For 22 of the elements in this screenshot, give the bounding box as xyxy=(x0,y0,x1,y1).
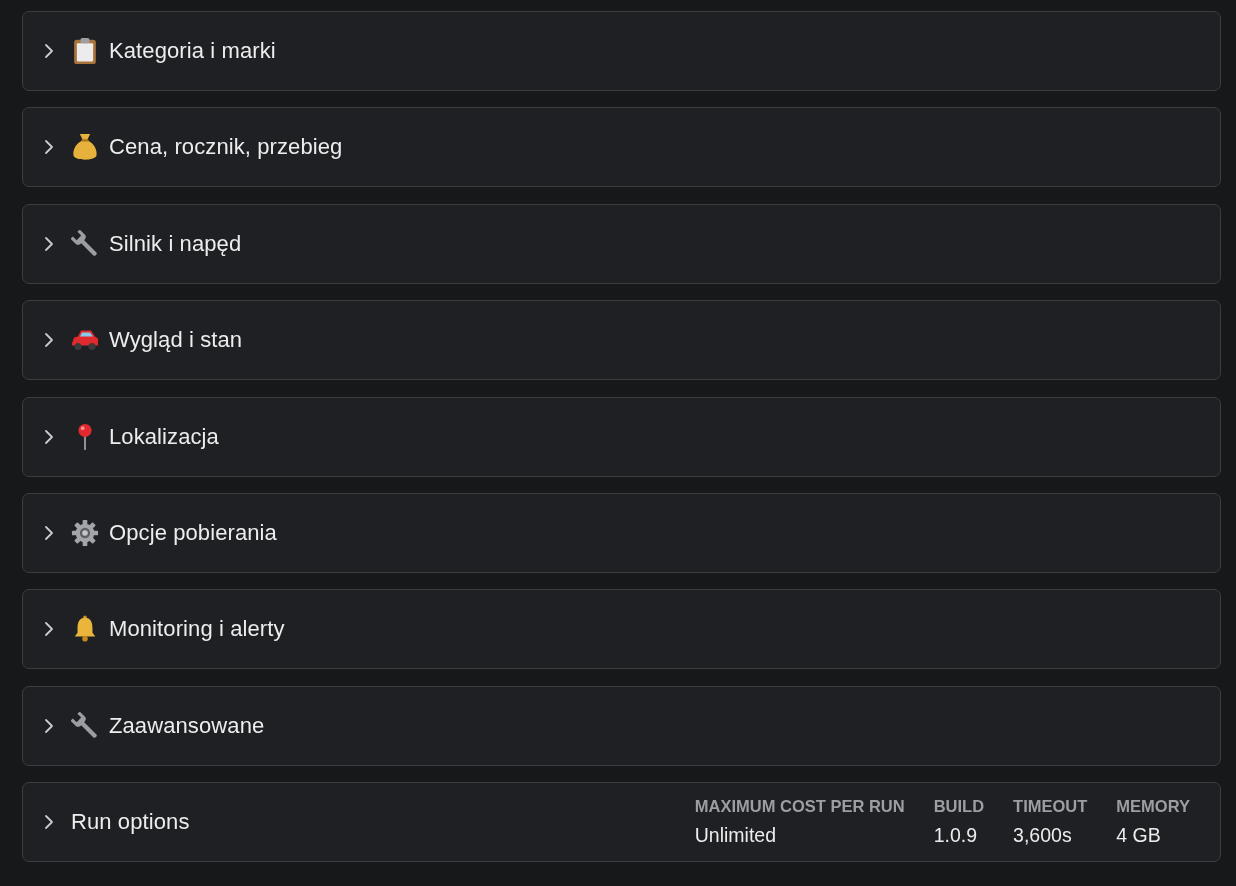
stat-value: 3,600s xyxy=(1013,824,1073,848)
wrench-icon xyxy=(71,229,99,258)
accordion-header[interactable]: Kategoria i marki xyxy=(22,11,1221,91)
accordion-header[interactable]: Opcje pobierania xyxy=(22,492,1221,573)
accordion-header[interactable]: Zaawansowane xyxy=(22,685,1221,766)
stat-value: Unlimited xyxy=(694,824,778,848)
stat-value: 1.0.9 xyxy=(933,824,979,848)
stat-label: MAXIMUM COST PER RUN xyxy=(694,797,905,817)
stat-value: 4 GB xyxy=(1116,824,1162,848)
stat-label: TIMEOUT xyxy=(1013,797,1088,817)
accordion-header[interactable]: Cena, rocznik, przebieg xyxy=(22,107,1221,188)
sack-icon xyxy=(71,133,99,162)
accordion-header[interactable]: Wygląd i stan xyxy=(22,300,1221,381)
wrench-icon xyxy=(71,711,99,740)
accordion-header[interactable]: Silnik i napęd xyxy=(22,203,1221,284)
clipboard-icon xyxy=(71,37,99,65)
gear-icon xyxy=(71,518,99,547)
stat-label: MEMORY xyxy=(1116,797,1190,817)
stat-label: BUILD xyxy=(933,797,985,817)
accordion-header[interactable]: Run options MAXIMUM COST PER RUN Unlimited BUILD 1.0.9 TIMEOUT 3,600s MEMORY 4 GB xyxy=(22,782,1221,863)
accordion-header[interactable]: Lokalizacja xyxy=(22,396,1221,477)
accordion-header[interactable]: Monitoring i alerty xyxy=(22,589,1221,670)
